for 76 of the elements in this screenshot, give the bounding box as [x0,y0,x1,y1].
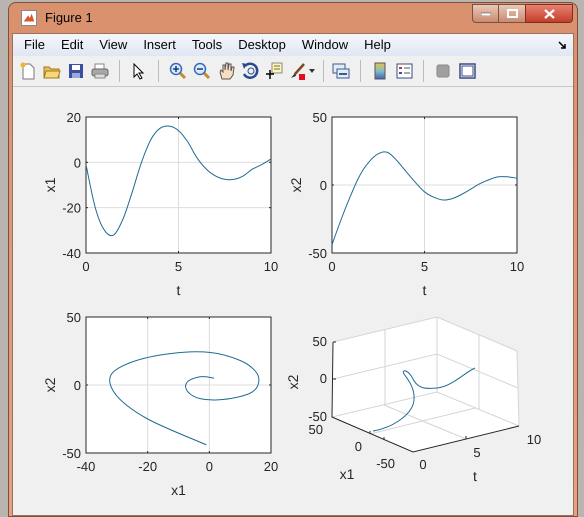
dock-arrow-icon[interactable] [558,41,567,50]
data-cursor-button[interactable] [263,60,285,82]
window-title: Figure 1 [45,9,93,28]
tick-label: -50 [308,409,327,424]
tick-label: 50 [66,310,81,325]
menu-item[interactable]: File [16,35,53,55]
tick-label: -20 [62,200,81,216]
brush-icon [289,62,306,80]
menu-item[interactable]: Tools [184,35,230,55]
tick-label: 0 [82,259,90,274]
rotate-icon [241,62,259,80]
menu-item[interactable]: Insert [135,35,184,55]
axis-label: x1 [171,482,186,498]
axis-label: x1 [42,178,58,192]
tick-label: 5 [473,445,481,460]
tick-label: 50 [312,334,327,349]
caret-icon [309,69,315,73]
tick-label: 0 [320,371,327,386]
folder-icon [43,64,61,78]
tick-label: 10 [510,259,524,274]
save-icon [68,63,84,79]
tick-label: 50 [312,110,327,125]
close-button[interactable] [525,4,573,23]
minimize-button[interactable] [472,4,499,23]
zoom-in-icon [169,62,187,80]
tick-label: 10 [264,259,278,274]
tick-label: -50 [376,456,395,471]
zoom-out-button[interactable] [191,60,213,82]
tick-label: 10 [526,432,542,447]
tick-label: 0 [328,259,336,274]
maximize-button[interactable] [499,4,525,23]
data-cursor-icon [265,62,283,80]
tick-label: 0 [354,439,362,454]
tick-label: -50 [308,246,327,261]
tick-label: 20 [264,459,278,474]
pointer-icon [133,62,145,80]
minimize-icon [480,12,490,16]
tick-label: 0 [74,378,81,393]
tick-label: -20 [138,459,158,474]
zoom-out-icon [193,62,211,80]
rotate-button[interactable] [239,60,261,82]
menu-item[interactable]: Help [356,35,399,55]
square-icon [436,64,450,78]
tick-label: 0 [74,155,81,170]
tick-label: 0 [320,178,327,193]
axis-label: t [176,282,180,298]
linked-windows-icon [332,62,350,80]
legend-icon [396,63,412,79]
tick-label: -40 [62,246,81,261]
axis-label: x1 [340,466,354,482]
tick-label: -50 [62,446,81,461]
tick-label: -40 [76,459,96,474]
menu-item[interactable]: View [91,35,136,55]
tick-label: 50 [308,422,323,437]
hand-icon [218,62,234,80]
menu-item[interactable]: Window [294,35,356,55]
colorbar-icon [374,62,386,80]
axis-label: x2 [286,374,301,390]
close-icon [544,8,554,18]
window-frame-icon [458,63,476,79]
app-logo-icon [21,10,37,26]
restore-icon [506,9,518,18]
tick-label: 20 [66,110,81,125]
menu-item[interactable]: Edit [52,35,92,55]
tick-label: 5 [420,259,428,274]
axis-label: x2 [42,378,58,392]
tick-label: 0 [419,457,427,472]
printer-icon [91,63,109,79]
axis-label: x2 [288,178,304,192]
axis-label: t [422,282,426,298]
axis-label: t [473,468,477,484]
new-file-icon [20,62,36,80]
menu-item[interactable]: Desktop [230,35,294,55]
zoom-in-button[interactable] [167,60,189,82]
tick-label: 5 [174,259,182,274]
tick-label: 0 [206,459,213,474]
